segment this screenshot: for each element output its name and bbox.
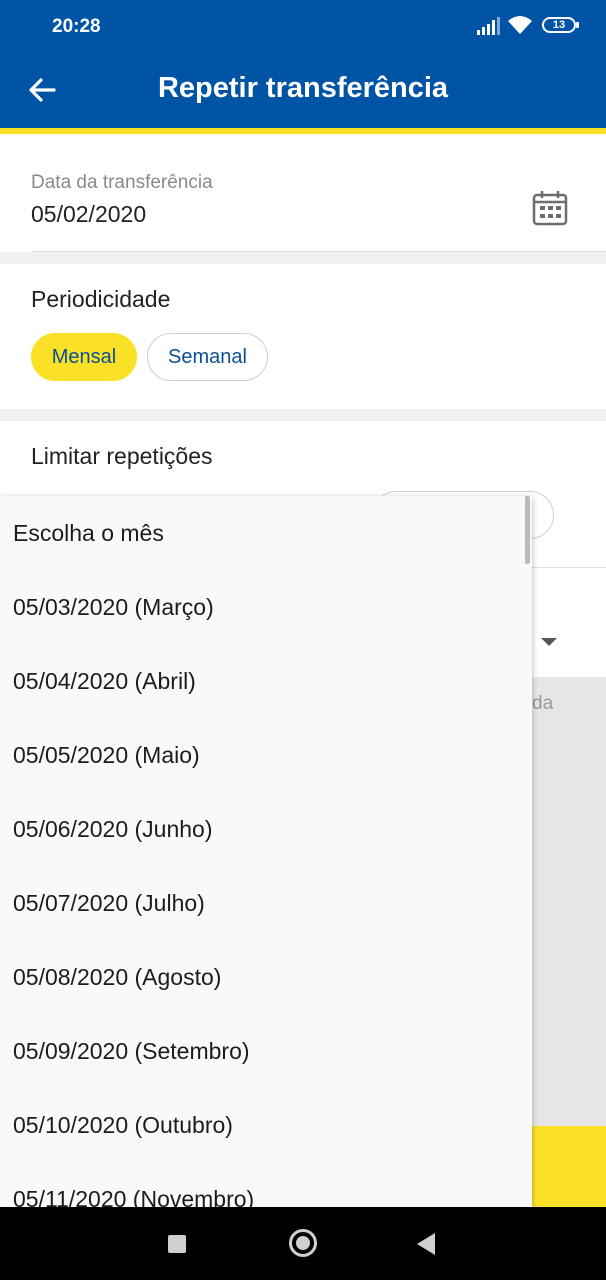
section-gap: [0, 409, 606, 421]
dropdown-item[interactable]: 05/11/2020 (Novembro): [0, 1162, 532, 1207]
status-bar: 20:28 13: [0, 0, 606, 52]
recent-apps-icon[interactable]: [168, 1235, 186, 1253]
confirm-button[interactable]: [532, 1126, 606, 1207]
limit-repetitions-title: Limitar repetições: [31, 443, 213, 469]
page-title: Repetir transferência: [157, 72, 449, 104]
transfer-date-label: Data da transferência: [31, 172, 213, 193]
dropdown-item[interactable]: 05/03/2020 (Março): [0, 570, 532, 644]
nav-back-icon[interactable]: [417, 1233, 435, 1255]
app-bar: Repetir transferência: [0, 52, 606, 128]
chip-semanal[interactable]: Semanal: [147, 333, 268, 381]
dropdown-item[interactable]: 05/10/2020 (Outubro): [0, 1088, 532, 1162]
dropdown-item[interactable]: 05/09/2020 (Setembro): [0, 1014, 532, 1088]
signal-icon: [477, 17, 500, 35]
wifi-icon: [508, 16, 532, 34]
battery-icon: 13: [542, 17, 579, 33]
transfer-date-value: 05/02/2020: [31, 201, 147, 227]
periodicity-title: Periodicidade: [31, 286, 171, 312]
field-divider: [532, 567, 606, 568]
periodicity-section: Periodicidade Mensal Semanal: [0, 264, 606, 409]
dropdown-item[interactable]: 05/05/2020 (Maio): [0, 718, 532, 792]
transfer-date-field[interactable]: Data da transferência 05/02/2020: [0, 134, 606, 252]
dropdown-item-placeholder[interactable]: Escolha o mês: [0, 496, 532, 570]
dropdown-item[interactable]: 05/06/2020 (Junho): [0, 792, 532, 866]
section-gap: [0, 252, 606, 264]
system-nav-bar: [0, 1207, 606, 1280]
calendar-icon[interactable]: [532, 190, 568, 226]
status-time: 20:28: [52, 16, 101, 37]
background-partial-text: da: [532, 693, 554, 714]
dropdown-arrow-icon[interactable]: [541, 638, 557, 646]
dropdown-item[interactable]: 05/07/2020 (Julho): [0, 866, 532, 940]
scrollbar-thumb[interactable]: [525, 496, 530, 564]
dropdown-item[interactable]: 05/04/2020 (Abril): [0, 644, 532, 718]
dropdown-item[interactable]: 05/08/2020 (Agosto): [0, 940, 532, 1014]
month-dropdown-list[interactable]: Escolha o mês 05/03/2020 (Março) 05/04/2…: [0, 496, 532, 1207]
home-icon[interactable]: [289, 1229, 317, 1257]
chip-mensal[interactable]: Mensal: [31, 333, 137, 381]
